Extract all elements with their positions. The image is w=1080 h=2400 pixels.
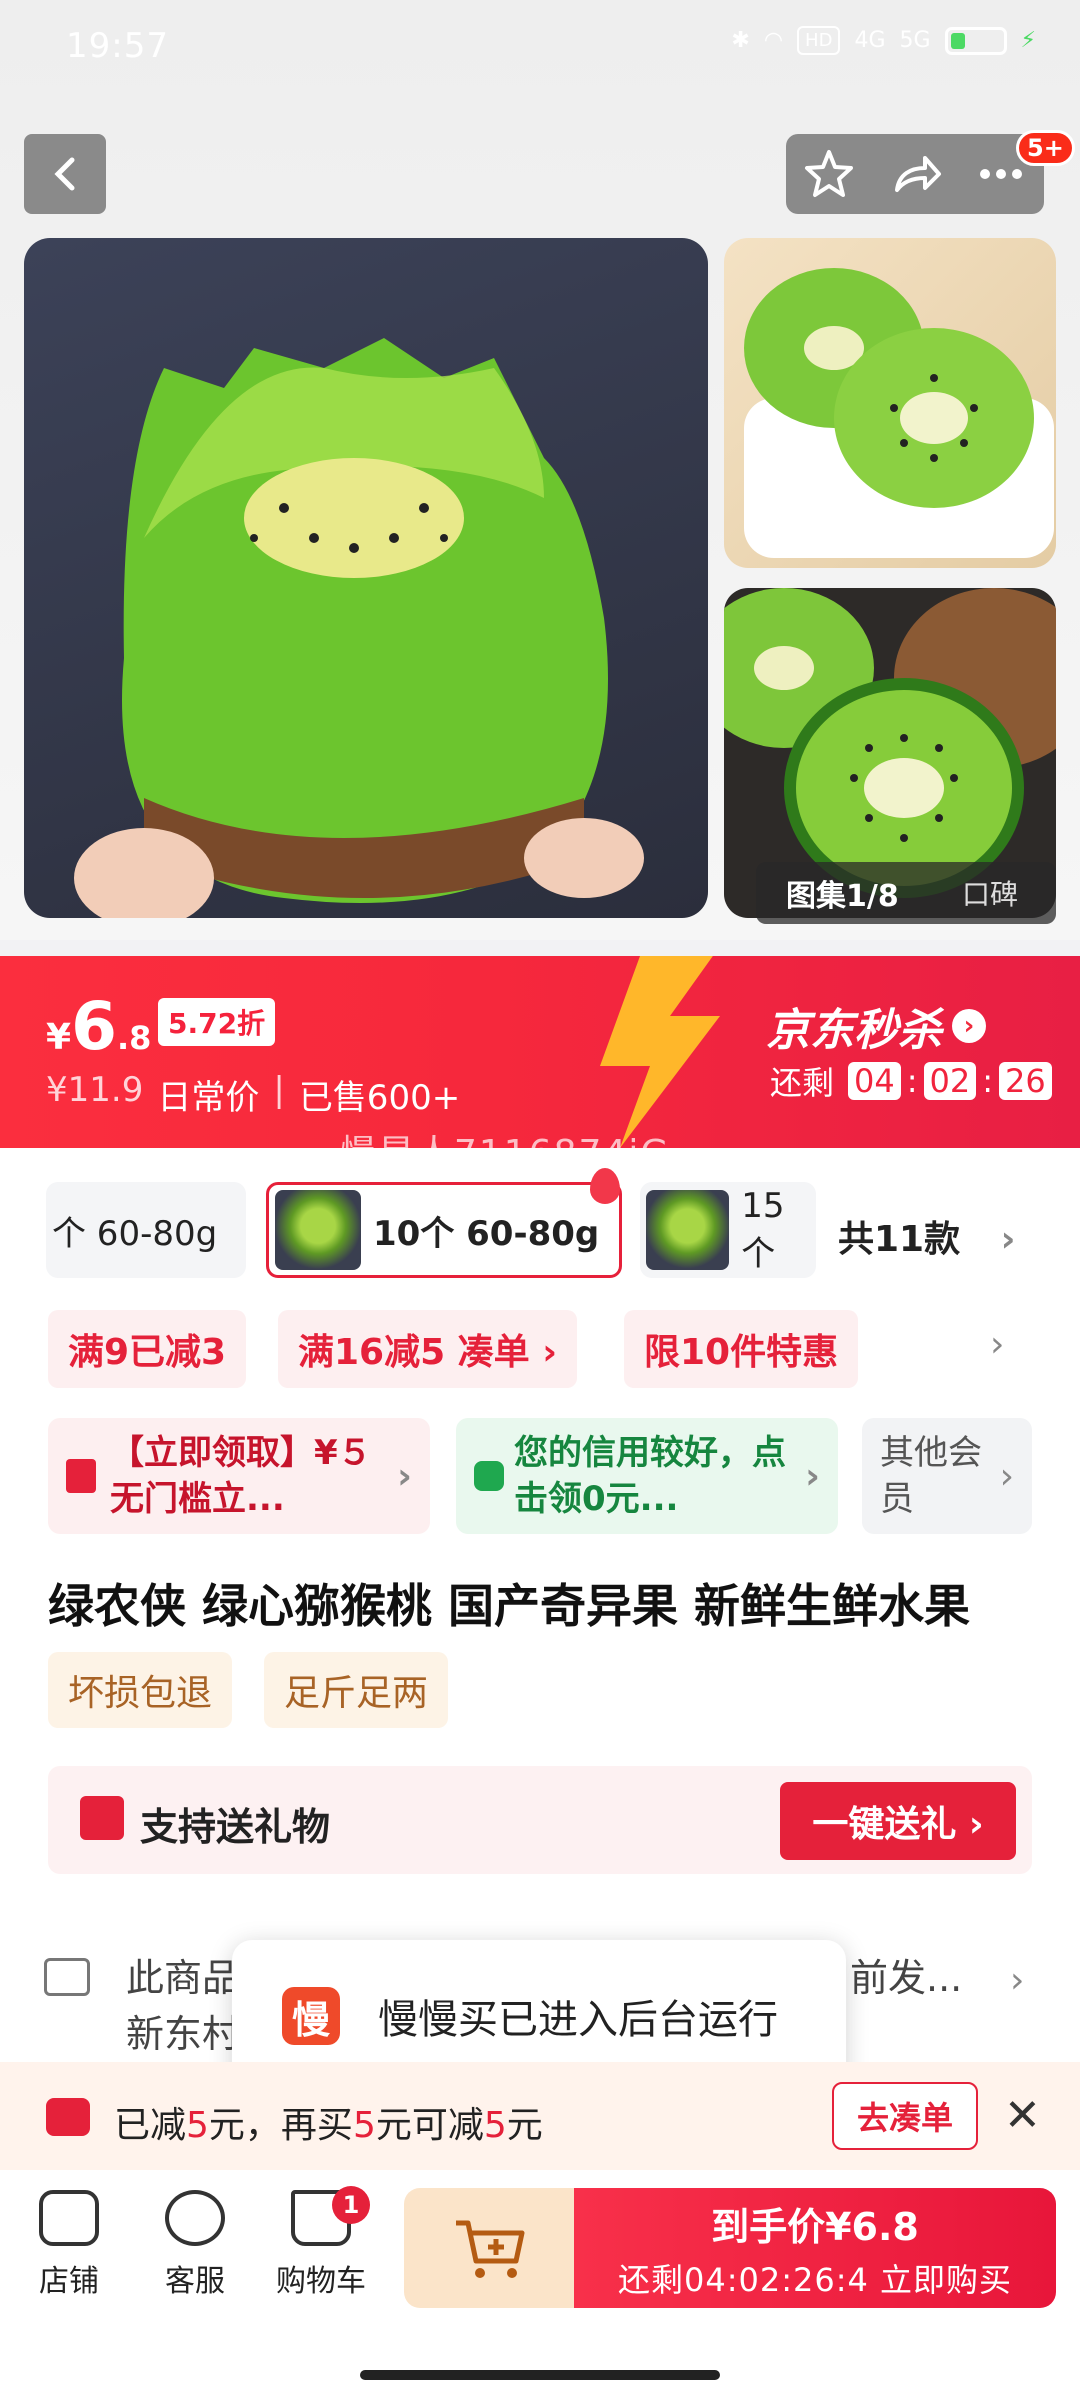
- product-page: 19:57 ✱ ◠ HD 4G 5G ⚡ 5+ 图集1/8 口碑 ¥ 6 .8 …: [0, 0, 1080, 2400]
- add-cart-icon: [456, 2220, 525, 2278]
- home-indicator: [360, 2370, 720, 2380]
- credit-coupon[interactable]: 您的信用较好，点击领0元... ›: [456, 1418, 838, 1534]
- chevron-right-icon[interactable]: ›: [1010, 1960, 1024, 2001]
- chevron-right-icon: ›: [397, 1455, 412, 1497]
- wifi-icon: ◠: [763, 28, 784, 53]
- countdown-minutes: 02: [923, 1062, 977, 1100]
- spec-option-selected[interactable]: 10个 60-80g: [266, 1182, 622, 1278]
- hot-icon: [590, 1168, 620, 1204]
- spec-thumbnail: [275, 1190, 361, 1270]
- sold-count: 已售600+: [298, 1078, 461, 1118]
- discount-badge: 5.72折: [158, 998, 276, 1046]
- spec-total[interactable]: 共11款 ›: [838, 1210, 1016, 1262]
- promo-tag[interactable]: 限10件特惠: [624, 1310, 859, 1388]
- favorite-star-icon[interactable]: [801, 146, 857, 202]
- back-button[interactable]: [24, 134, 106, 214]
- main-product-image[interactable]: [24, 238, 708, 918]
- send-gift-button[interactable]: 一键送礼 ›: [780, 1782, 1016, 1860]
- reviews-link[interactable]: 口碑: [936, 873, 1018, 913]
- gift-icon: [80, 1796, 124, 1840]
- chevron-right-icon: ›: [952, 1009, 986, 1043]
- spec-option[interactable]: 15个: [640, 1182, 816, 1278]
- service-tag: 足斤足两: [264, 1652, 449, 1728]
- close-icon[interactable]: ✕: [1004, 2090, 1041, 2141]
- kiwi-slices-illustration: [744, 268, 1054, 558]
- green-bag-icon: [474, 1461, 504, 1491]
- product-title: 绿农侠 绿心猕猴桃 国产奇异果 新鲜生鲜水果: [48, 1579, 971, 1633]
- original-price-label: 日常价: [157, 1078, 260, 1118]
- battery-icon: [944, 26, 1007, 55]
- share-icon[interactable]: [887, 146, 943, 202]
- app-icon: 慢: [282, 1987, 340, 2045]
- promo-notice-text: 已减5元，再买5元可减5元: [114, 2105, 543, 2146]
- countdown-seconds: 26: [999, 1062, 1052, 1100]
- promo-row: 满9已减3 满16减5 凑单 › 限10件特惠 ›: [0, 1310, 1080, 1390]
- top-actions: [786, 134, 1044, 214]
- signal-5g-icon: 5G: [899, 28, 931, 53]
- add-to-cart-button[interactable]: [404, 2188, 576, 2308]
- spec-option[interactable]: 个 60-80g: [46, 1182, 246, 1278]
- chevron-right-icon: ›: [999, 1455, 1014, 1497]
- chevron-right-icon[interactable]: ›: [990, 1324, 1004, 1365]
- coupon-row: 【立即领取】¥５无门槛立... › 您的信用较好，点击领0元... › 其他会员…: [0, 1418, 1080, 1534]
- add-on-button[interactable]: 去凑单: [832, 2082, 978, 2150]
- original-price: ¥11.9: [46, 1070, 144, 1110]
- original-price-line: ¥11.9 日常价 | 已售600+: [46, 1070, 460, 1119]
- shop-button[interactable]: 店铺: [14, 2190, 124, 2300]
- flash-price: ¥ 6 .8: [46, 988, 152, 1065]
- bluetooth-icon: ✱: [731, 28, 750, 53]
- hd-icon: HD: [797, 26, 841, 55]
- message-badge: 5+: [1016, 130, 1075, 166]
- gallery-count: 图集1/8: [786, 879, 899, 914]
- promo-tag[interactable]: 满9已减3: [48, 1310, 247, 1388]
- ticket-icon: [46, 2098, 90, 2136]
- kiwi-bitten-illustration: [74, 338, 644, 918]
- truck-icon: [44, 1958, 90, 1996]
- buy-now-button[interactable]: 到手价¥6.8 还剩04:02:26:4 立即购买: [574, 2188, 1056, 2308]
- flash-sale-title[interactable]: 京东秒杀 ›: [766, 994, 986, 1058]
- charging-icon: ⚡: [1020, 28, 1036, 53]
- customer-service-icon: [165, 2190, 225, 2246]
- chevron-right-icon: ›: [805, 1455, 820, 1497]
- toast-message: 慢慢买已进入后台运行: [378, 1997, 778, 2043]
- promo-tag[interactable]: 满16减5 凑单 ›: [278, 1310, 578, 1388]
- jd-bag-icon: [66, 1459, 96, 1493]
- status-icons: ✱ ◠ HD 4G 5G ⚡: [731, 26, 1036, 55]
- chevron-right-icon: ›: [1000, 1219, 1016, 1260]
- service-button[interactable]: 客服: [140, 2190, 250, 2300]
- cart-count-badge: 1: [332, 2186, 370, 2224]
- back-arrow-icon: [54, 157, 75, 191]
- other-members[interactable]: 其他会员 ›: [862, 1418, 1032, 1534]
- coupon-claim[interactable]: 【立即领取】¥５无门槛立... ›: [48, 1418, 430, 1534]
- countdown: 还剩 04: 02: 26: [770, 1058, 1052, 1104]
- shop-icon: [39, 2190, 99, 2246]
- gift-text: 支持送礼物: [140, 1805, 331, 1849]
- countdown-hours: 04: [848, 1062, 901, 1100]
- signal-4g-icon: 4G: [854, 28, 886, 53]
- gallery-thumb-1[interactable]: [724, 238, 1056, 568]
- divider: |: [273, 1070, 285, 1110]
- service-tag: 坏损包退: [48, 1652, 233, 1728]
- spec-thumbnail: [646, 1190, 730, 1270]
- gallery-counter[interactable]: 图集1/8 口碑: [756, 862, 1056, 924]
- status-time: 19:57: [66, 26, 169, 66]
